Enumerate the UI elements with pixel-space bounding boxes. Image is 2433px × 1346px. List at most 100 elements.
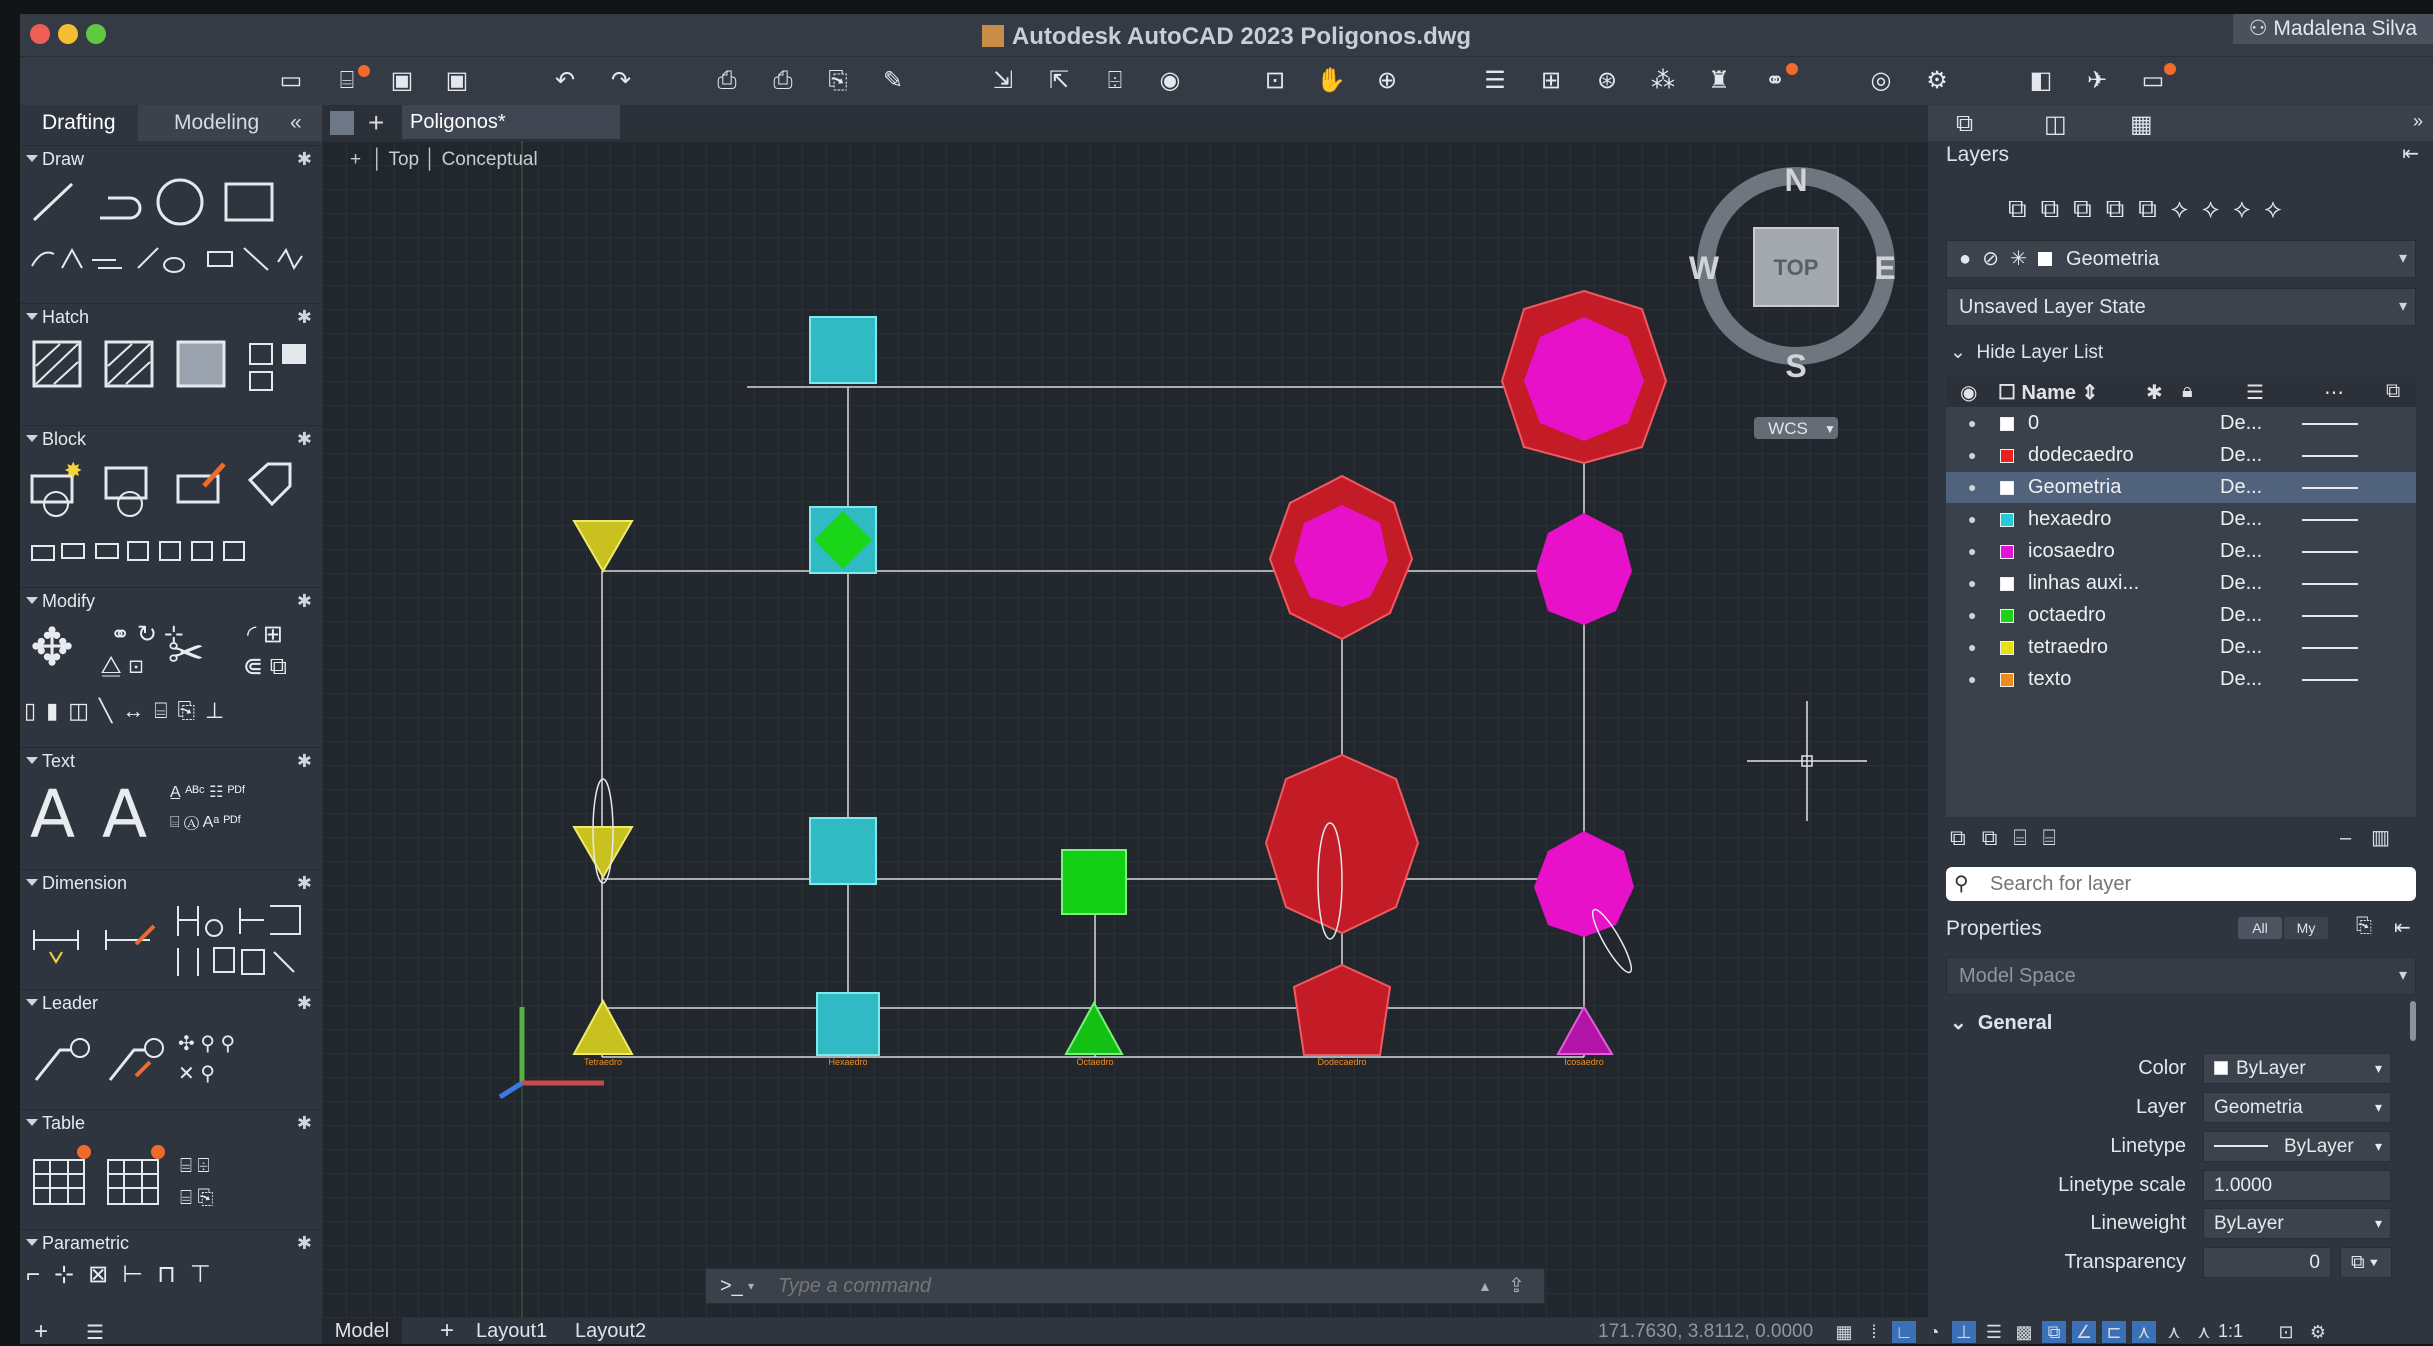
layer-linetype-icon[interactable] (2302, 423, 2358, 425)
start-tab-icon[interactable] (330, 111, 354, 135)
globe-icon[interactable]: ⊛ (1592, 68, 1622, 94)
import-icon[interactable]: ⇲ (988, 68, 1018, 94)
ortho-icon[interactable]: ∟ (1892, 1321, 1916, 1343)
polyline-tool-icon[interactable] (100, 196, 142, 220)
share-icon[interactable]: ⌹ (1100, 68, 1130, 94)
data-link-icons[interactable]: ⌸ ⎘ (180, 1187, 214, 1209)
layer-visible-dot-icon[interactable]: ● (1968, 536, 1976, 567)
section-header-draw[interactable]: Draw ✱ (20, 146, 322, 172)
gear-icon[interactable]: ✱ (297, 990, 312, 1016)
layer-linetype-icon[interactable] (2302, 455, 2358, 457)
multiline-text-icon[interactable]: A (30, 776, 75, 853)
attribute-icon[interactable] (247, 462, 292, 507)
annotation-visibility-icon[interactable]: ⋏ (2132, 1321, 2156, 1343)
workspace-switch-icon[interactable]: ⊡ (2274, 1321, 2298, 1343)
layer-row[interactable]: ● icosaedro De... (1946, 536, 2416, 567)
circle-tool-icon[interactable] (156, 178, 204, 226)
compass-south[interactable]: S (1785, 348, 1806, 384)
layer-visible-dot-icon[interactable]: ● (1968, 568, 1976, 599)
annotation-scale-icon[interactable]: ⋏ (2192, 1321, 2216, 1343)
new-layout-plus-icon[interactable]: + (440, 1317, 454, 1345)
dim-style-icon[interactable] (105, 930, 150, 950)
publish-icon[interactable]: ⎘ (823, 68, 853, 94)
layer-color-swatch[interactable] (2000, 481, 2014, 495)
layer-state-dropdown[interactable]: Unsaved Layer State (1946, 288, 2416, 326)
current-layer-dropdown[interactable]: ● ⊘ ✳ Geometria (1946, 240, 2416, 278)
layer-color-swatch[interactable] (2000, 609, 2014, 623)
lineweight-icon[interactable]: ☰ (1982, 1321, 2006, 1343)
layer-name[interactable]: dodecaedro (2028, 440, 2134, 471)
layer-linetype-icon[interactable] (2302, 487, 2358, 489)
layer-list-options-icons[interactable]: –▥ (2340, 825, 2410, 850)
connect-icon[interactable]: ⚭ (1760, 68, 1790, 94)
lock-column-icon[interactable]: 🔒︎ (2182, 380, 2193, 403)
rectangle-tool-icon[interactable] (224, 182, 274, 222)
settings-gear-icon[interactable]: ⚙ (2306, 1321, 2330, 1343)
layer-color-swatch[interactable] (2000, 641, 2014, 655)
file-tab-poligonos[interactable]: Poligonos* (402, 105, 620, 139)
batch-plot-icon[interactable]: ⎙ (768, 68, 798, 94)
section-header-modify[interactable]: Modify ✱ (20, 588, 322, 614)
linetype-column-icon[interactable]: ⋯ (2324, 380, 2344, 405)
visibility-column-icon[interactable]: ◉ (1960, 380, 1977, 405)
table-icon[interactable] (33, 1159, 85, 1205)
hide-layer-list-toggle[interactable]: ⌄ Hide Layer List (1950, 341, 2103, 364)
parametric-icons[interactable]: ⌐⊹⊠⊢⊓⊤ (26, 1260, 316, 1289)
command-input[interactable] (778, 1271, 1418, 1301)
property-value-field[interactable]: 1.0000 (2203, 1170, 2391, 1201)
new-tab-plus-icon[interactable]: + (368, 107, 384, 139)
isodraft-icon[interactable]: ⊥ (1952, 1321, 1976, 1343)
page-setup-icon[interactable]: ✎ (878, 68, 908, 94)
leader-remove-icons[interactable]: ✕ ⚲ (178, 1063, 215, 1085)
layer-visible-dot-icon[interactable]: ● (1968, 632, 1976, 663)
gear-icon[interactable]: ✱ (297, 304, 312, 330)
layers-tab-icon[interactable]: ⧉ (1956, 110, 1973, 138)
gear-icon[interactable]: ✱ (297, 588, 312, 614)
modify-extra-icons[interactable]: ▯▮◫╲↔⌸⎘⊥ (24, 698, 318, 724)
layer-search-input[interactable] (1990, 869, 2400, 899)
annotation-scale-value[interactable]: 1:1 (2218, 1321, 2243, 1342)
leader-extra-icons[interactable]: ✣ ⚲ ⚲ (178, 1033, 235, 1055)
transparency-mode-button[interactable]: ⧉ ▾ (2340, 1247, 2392, 1278)
freeze-column-icon[interactable]: ✱ (2146, 380, 2163, 405)
layer-color-swatch[interactable] (2000, 513, 2014, 527)
camera-icon[interactable]: ◎ (1866, 68, 1896, 94)
layer-name[interactable]: Geometria (2028, 472, 2121, 503)
layer-visible-dot-icon[interactable]: ● (1968, 504, 1976, 535)
layer-linetype-icon[interactable] (2302, 519, 2358, 521)
text-extra-icons[interactable]: A̲ ᴬᴮᶜ ☷ ᴾᴰᶠ ⌸ Ⓐ Aᵃ ᴾᴰᶠ (170, 778, 310, 838)
plot-icon[interactable]: ⎙ (712, 68, 742, 94)
leader-style-icon[interactable] (108, 1048, 146, 1081)
layer-color-swatch[interactable] (2000, 577, 2014, 591)
compass-east[interactable]: E (1874, 250, 1895, 286)
filter-all-button[interactable]: All (2238, 917, 2282, 939)
move-icon[interactable]: ✥ (26, 620, 78, 676)
layer-color-swatch[interactable] (2000, 417, 2014, 431)
layer-row[interactable]: ● texto De... (1946, 664, 2416, 695)
layer-name[interactable]: icosaedro (2028, 536, 2115, 567)
pan-icon[interactable]: ✋ (1316, 68, 1346, 94)
layer-row[interactable]: ● 0 De... (1946, 408, 2416, 439)
layer-row[interactable]: ● linhas auxi... De... (1946, 568, 2416, 599)
tab-layout2[interactable]: Layout2 (575, 1320, 646, 1343)
expand-palette-icon[interactable]: » (2413, 111, 2423, 132)
layer-visible-dot-icon[interactable]: ● (1968, 472, 1976, 503)
layer-search-box[interactable]: ⚲ (1946, 867, 2416, 901)
layer-name[interactable]: linhas auxi... (2028, 568, 2139, 599)
multileader-icon[interactable] (34, 1048, 72, 1081)
send-icon[interactable]: ✈ (2082, 68, 2112, 94)
layer-row[interactable]: ● hexaedro De... (1946, 504, 2416, 535)
command-prompt-icon[interactable]: >_ (720, 1269, 743, 1303)
collapse-panel-button[interactable]: « (282, 105, 310, 141)
dimension-icon[interactable] (33, 930, 79, 950)
layer-visible-dot-icon[interactable]: ● (1968, 408, 1976, 439)
web-icon[interactable]: ◉ (1155, 68, 1185, 94)
layer-row[interactable]: ● octaedro De... (1946, 600, 2416, 631)
undo-icon[interactable]: ↶ (550, 68, 580, 94)
model-viewport[interactable]: + │ Top │ Conceptual Tetraedro Hexaedro … (322, 141, 1928, 1318)
compass-west[interactable]: W (1689, 250, 1720, 286)
tab-modeling[interactable]: Modeling (152, 105, 281, 141)
tab-layout1[interactable]: Layout1 (476, 1320, 547, 1343)
layer-linetype-icon[interactable] (2302, 679, 2358, 681)
gradient-icon[interactable] (176, 340, 226, 388)
